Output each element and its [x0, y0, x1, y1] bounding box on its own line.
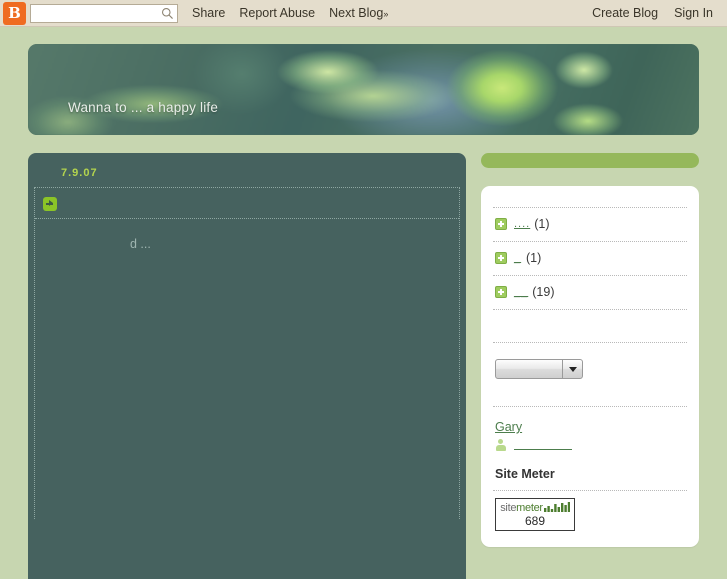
- person-icon: [495, 439, 506, 451]
- post-date: 7.9.07: [61, 167, 98, 179]
- sitemeter-count: 689: [524, 514, 546, 528]
- navbar-search: [30, 3, 178, 23]
- nav-link-create-blog[interactable]: Create Blog: [592, 6, 658, 20]
- divider: [493, 207, 687, 208]
- expand-plus-icon[interactable]: [495, 252, 507, 264]
- post-title-row: [35, 188, 459, 219]
- nav-link-next-blog-label: Next Blog: [329, 6, 384, 20]
- blog-header-banner: Wanna to ... a happy life: [28, 44, 699, 135]
- sidebar-widget-box: .... (1) _ (1) __ (19) Gary Site Meter s…: [481, 186, 699, 547]
- sitemeter-brand-second: meter: [516, 502, 543, 514]
- search-input[interactable]: [30, 3, 178, 23]
- navbar-right-group: Create Blog Sign In: [592, 6, 717, 20]
- content-area: 7.9.07 d ... .... (1) _ (1) __ (19) Gary…: [28, 153, 699, 579]
- divider: [493, 275, 687, 276]
- post-container: d ...: [34, 187, 460, 519]
- arrow-right-icon[interactable]: [43, 196, 57, 211]
- blogger-logo-icon[interactable]: B: [3, 1, 26, 25]
- page-outer-wrapper: Wanna to ... a happy life 7.9.07 d ... .…: [0, 27, 727, 579]
- archive-select-row: [493, 350, 687, 385]
- header-background-image: [28, 44, 699, 135]
- list-item[interactable]: __ (19): [493, 283, 687, 302]
- archive-select-value: [496, 360, 562, 378]
- list-item[interactable]: .... (1): [493, 215, 687, 234]
- nav-link-next-blog[interactable]: Next Blog»: [329, 6, 388, 20]
- expand-plus-icon[interactable]: [495, 286, 507, 298]
- archive-link[interactable]: _: [514, 252, 522, 264]
- divider: [493, 490, 687, 491]
- post-body-text: d ...: [130, 237, 151, 251]
- bar-chart-icon: [543, 502, 570, 512]
- sitemeter-brand-first: site: [500, 502, 517, 514]
- sidebar-header-bar: [481, 153, 699, 168]
- next-blog-arrow-icon: »: [383, 9, 389, 19]
- nav-link-sign-in[interactable]: Sign In: [674, 6, 713, 20]
- nav-link-share[interactable]: Share: [192, 6, 225, 20]
- divider: [493, 406, 687, 407]
- blog-title: Wanna to ... a happy life: [68, 100, 219, 115]
- navbar-left-group: B Share Report Abuse Next Blog»: [0, 1, 592, 25]
- main-column: 7.9.07 d ...: [28, 153, 466, 579]
- divider: [493, 241, 687, 242]
- divider: [493, 342, 687, 343]
- archive-count: (19): [532, 285, 555, 299]
- sidebar: .... (1) _ (1) __ (19) Gary Site Meter s…: [481, 153, 699, 547]
- nav-link-report-abuse[interactable]: Report Abuse: [239, 6, 315, 20]
- divider: [493, 309, 687, 310]
- sitemeter-badge[interactable]: sitemeter 689: [495, 498, 575, 531]
- archive-count: (1): [526, 251, 542, 265]
- sitemeter-brand: sitemeter: [498, 502, 572, 514]
- profile-name-link[interactable]: Gary: [493, 414, 687, 437]
- archive-link[interactable]: ....: [514, 218, 530, 230]
- archive-count: (1): [534, 217, 550, 231]
- view-profile-link[interactable]: [514, 441, 572, 450]
- sitemeter-widget-title: Site Meter: [495, 467, 555, 481]
- archive-link[interactable]: __: [514, 286, 528, 298]
- archive-select[interactable]: [495, 359, 583, 379]
- blogger-navbar: B Share Report Abuse Next Blog» Create B…: [0, 0, 727, 27]
- expand-plus-icon[interactable]: [495, 218, 507, 230]
- list-item[interactable]: _ (1): [493, 249, 687, 268]
- profile-row[interactable]: [493, 437, 687, 459]
- chevron-down-icon[interactable]: [562, 360, 582, 378]
